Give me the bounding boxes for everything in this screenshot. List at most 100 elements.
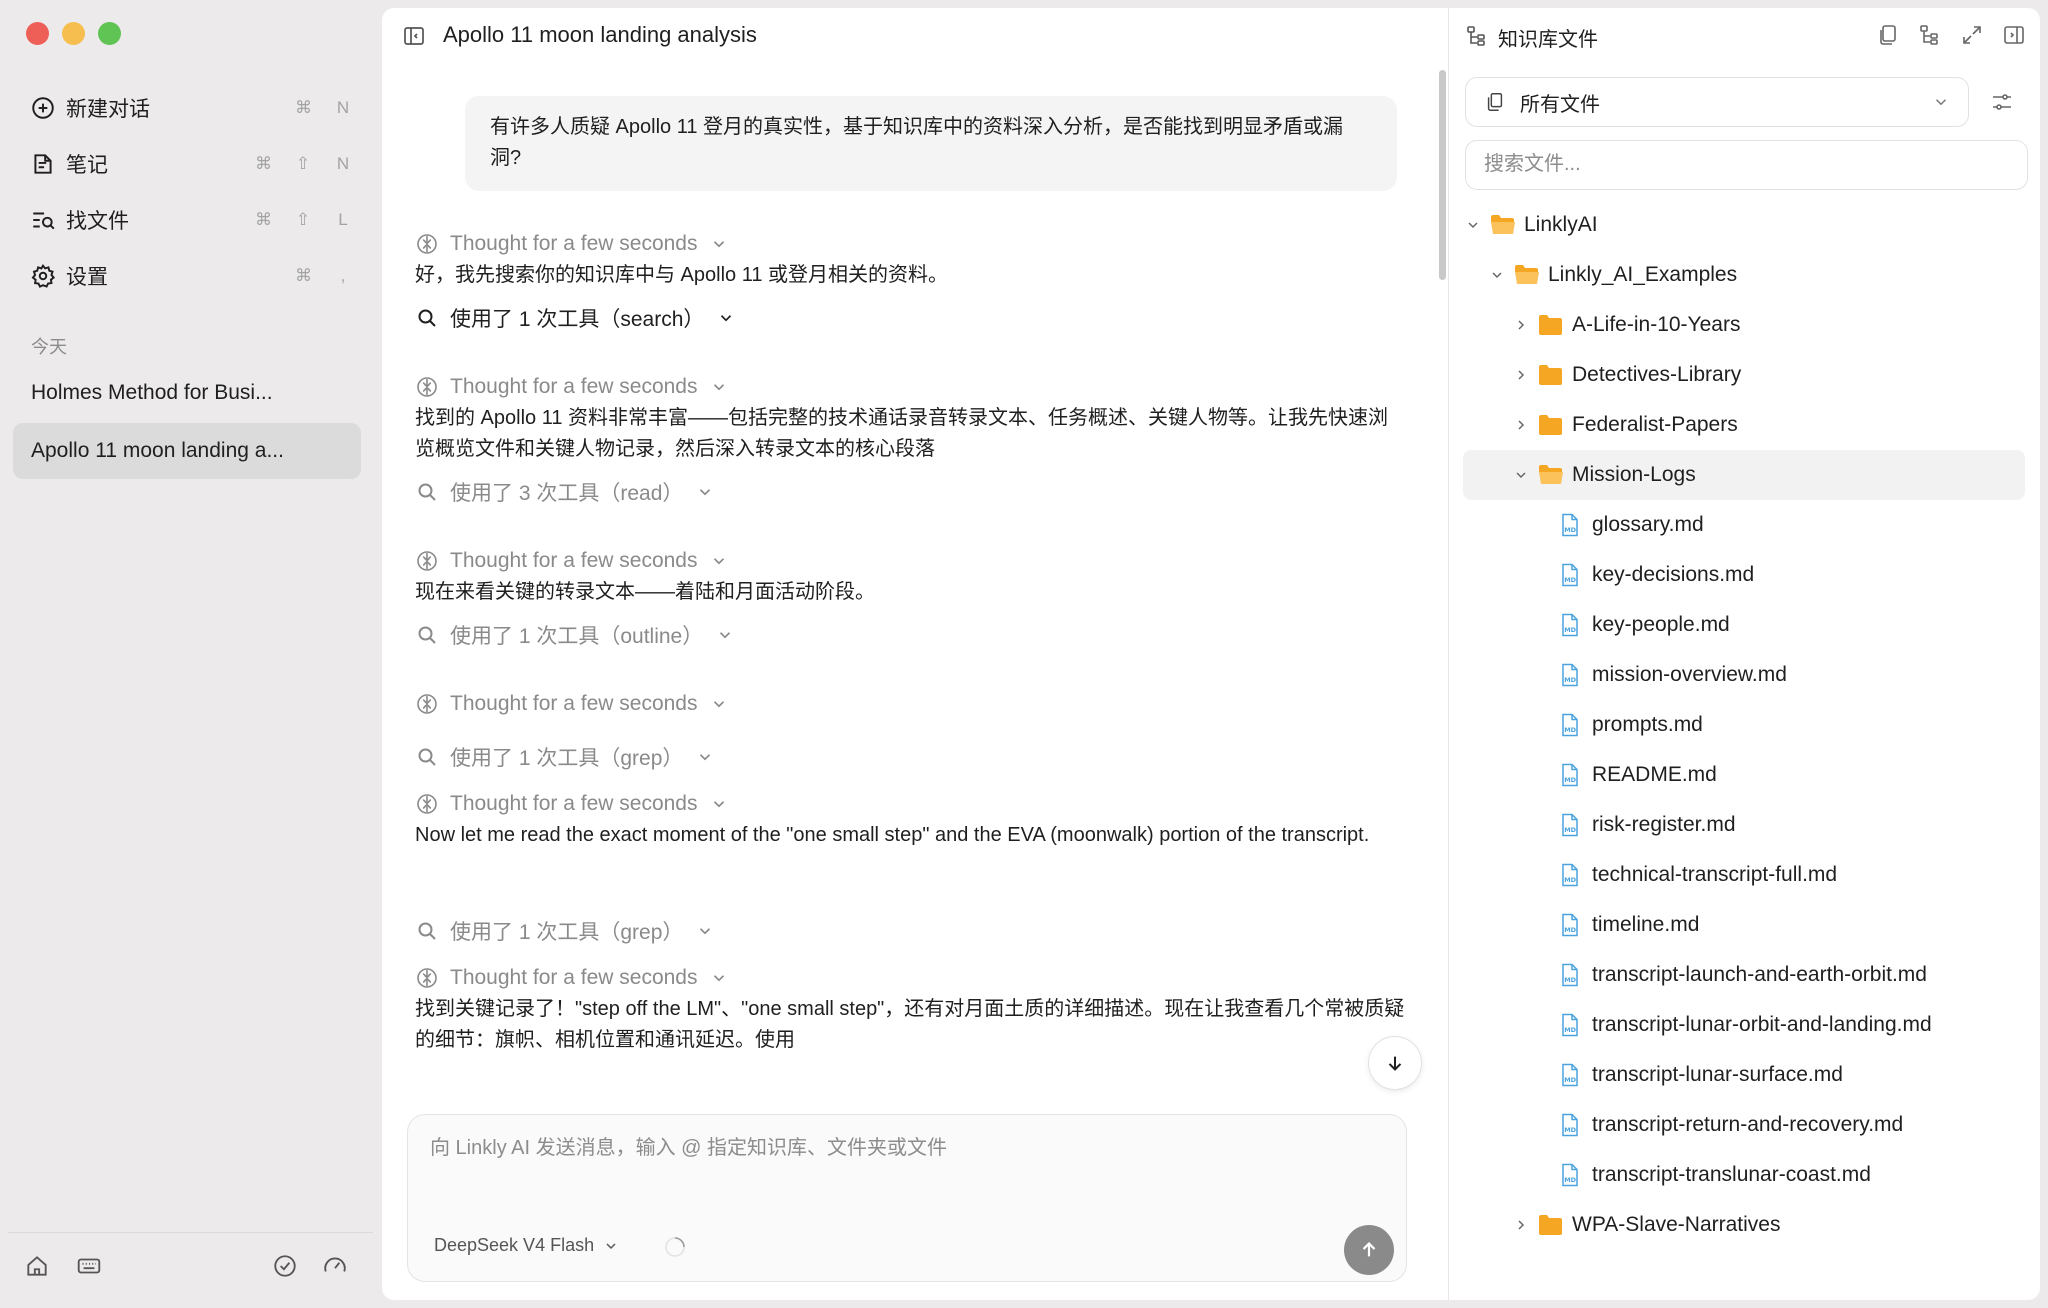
find-file-menu-item[interactable]: 找文件 ⌘ ⇧ L xyxy=(18,192,363,248)
brain-icon xyxy=(415,232,439,256)
tree-label: Detectives-Library xyxy=(1572,363,1742,386)
conversation-item-active[interactable]: Apollo 11 moon landing a... xyxy=(13,423,361,479)
find-file-shortcut: ⌘ ⇧ L xyxy=(255,210,351,230)
thought-toggle[interactable]: Thought for a few seconds xyxy=(415,549,728,573)
model-selector[interactable]: DeepSeek V4 Flash xyxy=(434,1235,619,1256)
sidebar-toggle-icon[interactable] xyxy=(402,24,426,48)
speedometer-icon[interactable] xyxy=(322,1253,350,1281)
assistant-text: 好，我先搜索你的知识库中与 Apollo 11 或登月相关的资料。 xyxy=(415,264,949,286)
tree-folder-examples[interactable]: Linkly_AI_Examples xyxy=(1489,250,2025,300)
file-search-input[interactable] xyxy=(1484,153,2004,176)
shortcut-key: ⌘ xyxy=(255,154,272,173)
tree-folder[interactable]: Detectives-Library xyxy=(1513,350,2025,400)
tree-folder[interactable]: A-Life-in-10-Years xyxy=(1513,300,2025,350)
markdown-file-icon: MD xyxy=(1560,563,1580,587)
thought-label: Thought for a few seconds xyxy=(450,792,698,815)
shortcut-key: N xyxy=(336,98,350,117)
tree-label: LinklyAI xyxy=(1524,213,1598,236)
file-tree-view-icon[interactable] xyxy=(1918,23,1942,47)
expand-icon[interactable] xyxy=(1960,23,1984,47)
notes-menu-item[interactable]: 笔记 ⌘ ⇧ N xyxy=(18,136,363,192)
new-chat-menu-item[interactable]: 新建对话 ⌘ N xyxy=(18,80,363,136)
notes-label: 笔记 xyxy=(66,154,108,177)
shortcut-key: ⌘ xyxy=(255,210,272,229)
send-button[interactable] xyxy=(1344,1225,1394,1275)
svg-text:MD: MD xyxy=(1564,1126,1576,1134)
brain-icon xyxy=(415,549,439,573)
settings-menu-item[interactable]: 设置 ⌘ , xyxy=(18,248,363,304)
sidebar: 新建对话 ⌘ N 笔记 ⌘ ⇧ N 找文件 ⌘ ⇧ L 设置 ⌘ , 今天 Ho… xyxy=(0,0,381,1308)
tree-folder[interactable]: Federalist-Papers xyxy=(1513,400,2025,450)
tree-file[interactable]: MD mission-overview.md xyxy=(1560,650,2025,700)
tree-label: key-decisions.md xyxy=(1592,563,1755,586)
thought-label: Thought for a few seconds xyxy=(450,549,698,572)
minimize-window-button[interactable] xyxy=(62,22,85,45)
scroll-to-bottom-button[interactable] xyxy=(1368,1036,1422,1090)
folder-icon xyxy=(1538,314,1564,336)
home-icon[interactable] xyxy=(24,1253,52,1281)
copy-icon[interactable] xyxy=(1876,23,1900,47)
thought-toggle[interactable]: Thought for a few seconds xyxy=(415,966,728,990)
tool-call-toggle[interactable]: 使用了 1 次工具（outline） xyxy=(415,620,734,650)
folder-open-icon xyxy=(1514,264,1540,286)
check-circle-icon[interactable] xyxy=(272,1253,300,1281)
tree-file[interactable]: MD transcript-translunar-coast.md xyxy=(1560,1150,2025,1200)
tree-file[interactable]: MD key-people.md xyxy=(1560,600,2025,650)
loading-spinner-icon xyxy=(663,1235,687,1259)
zoom-window-button[interactable] xyxy=(98,22,121,45)
tree-file[interactable]: MD technical-transcript-full.md xyxy=(1560,850,2025,900)
svg-text:MD: MD xyxy=(1564,1026,1576,1034)
markdown-file-icon: MD xyxy=(1560,1163,1580,1187)
thought-toggle[interactable]: Thought for a few seconds xyxy=(415,375,728,399)
tool-call-toggle[interactable]: 使用了 1 次工具（grep） xyxy=(415,742,714,772)
sliders-icon[interactable] xyxy=(1990,90,2014,114)
tree-file[interactable]: MD timeline.md xyxy=(1560,900,2025,950)
tree-file[interactable]: MD prompts.md xyxy=(1560,700,2025,750)
markdown-file-icon: MD xyxy=(1560,813,1580,837)
markdown-file-icon: MD xyxy=(1560,1013,1580,1037)
kb-header: 知识库文件 xyxy=(1449,8,2040,64)
tool-call-toggle[interactable]: 使用了 1 次工具（grep） xyxy=(415,916,714,946)
tree-file[interactable]: MD glossary.md xyxy=(1560,500,2025,550)
tree-folder-mission-logs[interactable]: Mission-Logs xyxy=(1463,450,2025,500)
keyboard-icon[interactable] xyxy=(76,1253,104,1281)
notes-icon xyxy=(30,151,56,177)
arrow-down-icon xyxy=(1388,1056,1402,1071)
new-chat-shortcut: ⌘ N xyxy=(295,98,351,118)
thought-toggle[interactable]: Thought for a few seconds xyxy=(415,792,728,816)
tree-file[interactable]: MD transcript-lunar-surface.md xyxy=(1560,1050,2025,1100)
tree-file[interactable]: MD README.md xyxy=(1560,750,2025,800)
tree-folder[interactable]: WPA-Slave-Narratives xyxy=(1513,1200,2025,1250)
file-filter-select[interactable]: 所有文件 xyxy=(1465,77,1969,127)
tool-call-toggle[interactable]: 使用了 1 次工具（search） xyxy=(415,303,735,333)
tree-label: key-people.md xyxy=(1592,613,1730,636)
section-label-today: 今天 xyxy=(31,337,67,357)
chat-scrollbar[interactable] xyxy=(1438,70,1448,280)
markdown-file-icon: MD xyxy=(1560,1063,1580,1087)
tree-file[interactable]: MD key-decisions.md xyxy=(1560,550,2025,600)
tree-label: Federalist-Papers xyxy=(1572,413,1738,436)
tool-call-toggle[interactable]: 使用了 3 次工具（read） xyxy=(415,477,714,507)
panel-toggle-icon[interactable] xyxy=(2002,23,2026,47)
thought-toggle[interactable]: Thought for a few seconds xyxy=(415,232,728,256)
shortcut-key: ⌘ xyxy=(295,98,312,117)
tree-file[interactable]: MD transcript-lunar-orbit-and-landing.md xyxy=(1560,1000,2025,1050)
search-icon xyxy=(415,745,439,769)
thought-label: Thought for a few seconds xyxy=(450,375,698,398)
tree-file[interactable]: MD risk-register.md xyxy=(1560,800,2025,850)
tree-file[interactable]: MD transcript-launch-and-earth-orbit.md xyxy=(1560,950,2025,1000)
svg-text:MD: MD xyxy=(1564,676,1576,684)
settings-icon xyxy=(30,263,56,289)
shortcut-key: , xyxy=(340,266,346,285)
tree-folder-linklyai[interactable]: LinklyAI xyxy=(1465,200,2025,250)
svg-text:MD: MD xyxy=(1564,1076,1576,1084)
sidebar-divider xyxy=(8,1232,373,1233)
message-input[interactable] xyxy=(430,1137,1370,1160)
folder-icon xyxy=(1538,364,1564,386)
close-window-button[interactable] xyxy=(26,22,49,45)
user-message: 有许多人质疑 Apollo 11 登月的真实性，基于知识库中的资料深入分析，是否… xyxy=(465,96,1397,191)
conversation-item[interactable]: Holmes Method for Busi... xyxy=(13,365,361,421)
thought-toggle[interactable]: Thought for a few seconds xyxy=(415,692,728,716)
brain-icon xyxy=(415,375,439,399)
tree-file[interactable]: MD transcript-return-and-recovery.md xyxy=(1560,1100,2025,1150)
